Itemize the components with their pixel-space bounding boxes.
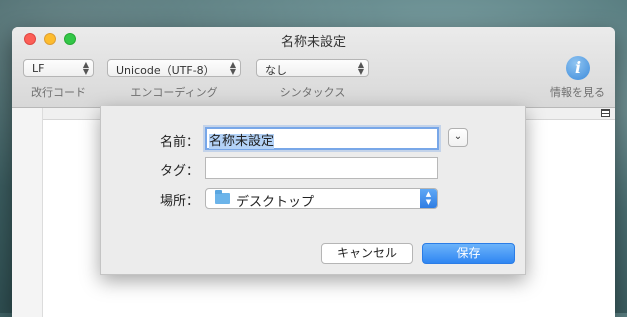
save-dialog: 名前： 名称未設定 ⌄ タグ： 場所： デスクトップ ▲ ▼ キャンセル 保存 — [100, 106, 526, 275]
save-button[interactable]: 保存 — [422, 243, 515, 264]
line-ending-popup[interactable]: LF ▲ ▼ — [23, 59, 94, 77]
encoding-label: エンコーディング — [130, 86, 218, 99]
location-label: 場所： — [159, 194, 199, 209]
chevron-down-icon: ⌄ — [453, 131, 463, 142]
info-label: 情報を見る — [550, 86, 605, 99]
tags-label: タグ： — [159, 164, 199, 179]
line-ending-label: 改行コード — [31, 86, 86, 99]
filename-value: 名称未設定 — [209, 134, 275, 149]
expand-dialog-button[interactable]: ⌄ — [448, 128, 468, 147]
cancel-button[interactable]: キャンセル — [321, 243, 413, 264]
encoding-popup-box: Unicode（UTF-8） ▲ ▼ — [107, 59, 241, 77]
syntax-popup[interactable]: なし ▲ ▼ — [256, 59, 369, 77]
syntax-label: シンタックス — [279, 86, 346, 99]
encoding-value: Unicode（UTF-8） — [116, 64, 215, 77]
location-value: デスクトップ — [236, 195, 315, 210]
popup-arrows-icon: ▲ ▼ — [420, 189, 437, 208]
popup-arrows-icon: ▲ ▼ — [357, 60, 364, 76]
popup-arrows-icon: ▲ ▼ — [229, 60, 236, 76]
name-label: 名前： — [159, 135, 199, 150]
tags-input[interactable] — [205, 157, 438, 179]
window-title: 名称未設定 — [280, 35, 346, 50]
folder-icon — [215, 190, 230, 204]
syntax-popup-box: なし ▲ ▼ — [256, 59, 369, 77]
line-number-gutter — [12, 108, 43, 317]
line-ending-value: LF — [32, 62, 45, 75]
location-popup[interactable]: デスクトップ ▲ ▼ — [205, 188, 438, 210]
titlebar-toolbar: 名称未設定 LF ▲ ▼ 改行コード Unicode（UTF-8） ▲ ▼ エンコー… — [12, 27, 615, 108]
line-ending-popup-box: LF ▲ ▼ — [23, 59, 94, 77]
info-icon[interactable]: i — [566, 56, 590, 80]
encoding-popup[interactable]: Unicode（UTF-8） ▲ ▼ — [107, 59, 241, 77]
popup-arrows-icon: ▲ ▼ — [82, 60, 89, 76]
split-view-icon[interactable] — [601, 109, 610, 117]
filename-input[interactable]: 名称未設定 — [205, 127, 439, 150]
syntax-value: なし — [265, 64, 287, 77]
